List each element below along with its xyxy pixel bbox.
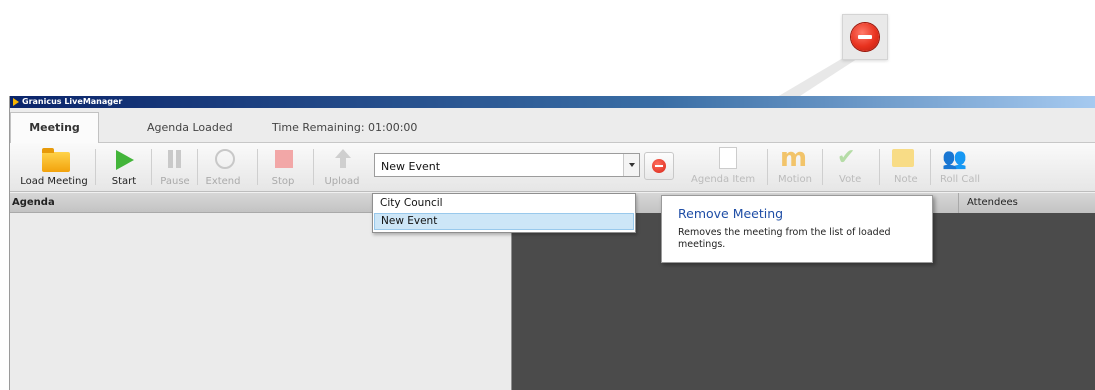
divider [95,149,96,185]
upload-arrow-icon [335,149,351,168]
start-button[interactable]: Start [102,143,146,191]
divider [767,149,768,185]
stop-button[interactable]: Stop [265,143,301,191]
note-button[interactable]: Note [894,174,918,185]
upload-button[interactable]: Upload [321,143,363,191]
zoom-callout [842,14,888,60]
note-icon [892,147,918,169]
divider [151,149,152,185]
remove-icon [851,23,879,51]
title-bar: Granicus LiveManager [10,96,1095,108]
dropdown-option-new-event[interactable]: New Event [374,213,634,230]
roll-call-icon: 👥 [942,146,967,170]
stop-icon [275,150,293,168]
load-meeting-button[interactable]: Load Meeting [16,143,92,191]
agenda-item-button[interactable]: Agenda Item [691,174,755,185]
remove-icon [652,159,666,173]
time-remaining: Time Remaining: 01:00:00 [272,121,418,134]
dropdown-option-city-council[interactable]: City Council [374,195,634,212]
meeting-select[interactable]: New Event [374,153,640,177]
tab-bar: Meeting Agenda Loaded Time Remaining: 01… [10,108,1095,143]
divider [822,149,823,185]
agenda-item-icon [715,147,741,169]
divider [930,149,931,185]
tooltip-description: Removes the meeting from the list of loa… [678,227,891,250]
motion-icon: m [780,143,808,173]
app-logo-icon [13,98,19,106]
agenda-panel[interactable] [10,213,512,390]
vote-check-icon: ✔ [837,145,856,170]
meeting-dropdown-list: City Council New Event [372,193,636,233]
tooltip-title: Remove Meeting [678,206,784,221]
remove-meeting-button[interactable] [644,152,674,180]
folder-icon [42,148,70,172]
clock-icon [215,149,235,169]
play-icon [116,150,134,170]
remove-meeting-tooltip: Remove Meeting Removes the meeting from … [661,195,933,263]
divider [879,149,880,185]
motion-button[interactable]: Motion [778,174,812,185]
chevron-down-icon[interactable] [623,154,639,176]
pause-icon [168,150,173,168]
agenda-status: Agenda Loaded [147,121,233,134]
divider [197,149,198,185]
pause-button[interactable]: Pause [157,143,193,191]
extend-button[interactable]: Extend [203,143,243,191]
vote-button[interactable]: Vote [839,174,861,185]
tab-meeting[interactable]: Meeting [10,112,99,143]
roll-call-button[interactable]: Roll Call [940,174,980,185]
divider [313,149,314,185]
app-title: Granicus LiveManager [22,97,123,106]
toolbar: Load Meeting Start Pause Extend Stop Upl… [10,143,1095,192]
attendees-header: Attendees [958,193,1095,213]
meeting-select-value: New Event [381,160,441,173]
divider [257,149,258,185]
